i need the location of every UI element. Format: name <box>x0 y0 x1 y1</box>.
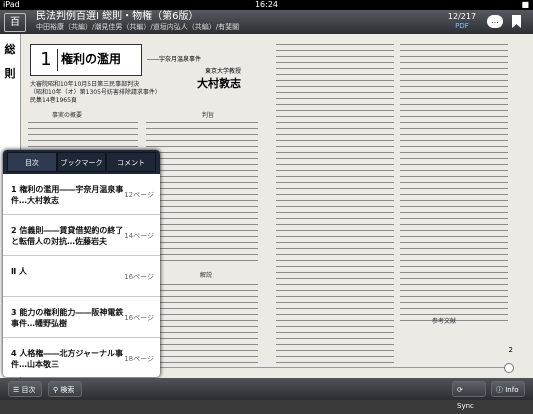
body-text <box>146 122 258 266</box>
battery-icon: ■ <box>521 0 529 9</box>
toc-item[interactable]: Ⅱ 人 16ページ <box>3 256 160 297</box>
case-number: 1 <box>35 49 58 71</box>
toc-button-label: 目次 <box>21 386 36 394</box>
sync-icon: ⟳ <box>457 386 463 394</box>
spine-char: 則 <box>4 67 16 80</box>
toc-item[interactable]: 2 信義則――賃貸借契約の終了と転借人の対抗…佐藤岩夫 14ページ <box>3 215 160 256</box>
toc-item-page: 12ページ <box>124 191 154 199</box>
pdf-label: PDF <box>455 22 469 30</box>
clock: 16:24 <box>254 0 279 9</box>
toc-item-page: 16ページ <box>124 314 154 322</box>
search-button[interactable]: ⚲ 検索 <box>48 381 82 397</box>
toc-item-title: 4 人格権――北方ジャーナル事件…山本敬三 <box>11 349 123 369</box>
author-block: 東京大学教授 大村敦志 <box>197 66 241 91</box>
list-icon: ☰ <box>13 386 22 394</box>
toc-item[interactable]: 4 人格権――北方ジャーナル事件…山本敬三 18ページ <box>3 338 160 377</box>
info-icon: ⓘ <box>496 386 506 394</box>
toc-item[interactable]: 3 能力の権利能力――阪神電鉄事件…幡野弘樹 16ページ <box>3 297 160 338</box>
comment-icon[interactable]: … <box>487 15 503 28</box>
toc-tabs: 目次 ブックマーク コメント <box>3 150 160 174</box>
page-counter: 12/217 <box>447 12 477 21</box>
info-button[interactable]: ⓘ Info <box>491 381 525 397</box>
toc-item-title: 1 権利の濫用――宇奈月温泉事件…大村敦志 <box>11 185 124 205</box>
toc-item-title: 3 能力の権利能力――阪神電鉄事件…幡野弘樹 <box>11 308 124 328</box>
bookmark-icon[interactable] <box>512 15 521 28</box>
section-heading: 判旨 <box>202 112 215 119</box>
tab-comments[interactable]: コメント <box>106 152 157 172</box>
right-column: 参考文献 2 <box>272 38 517 374</box>
toc-item-title: 2 信義則――賃貸借契約の終了と転借人の対抗…佐藤岩夫 <box>11 226 124 246</box>
tab-contents[interactable]: 目次 <box>7 152 57 172</box>
section-heading: 参考文献 <box>432 318 457 325</box>
body-text <box>400 44 508 326</box>
page-slider-thumb[interactable] <box>504 363 514 373</box>
title-bar: 百 民法判例百選Ⅰ 総則・物権（第6版） 中田裕康（共編）/潮見佳男（共編）/道… <box>0 10 533 34</box>
toc-popover: 目次 ブックマーク コメント 1 権利の濫用――宇奈月温泉事件…大村敦志 12ペ… <box>3 150 160 377</box>
case-info: 大審院昭和10年10月5日第三民事部判決 （昭和10年（オ）第1305号妨害排除… <box>30 81 161 104</box>
status-bar: iPad 16:24 ■ <box>0 0 533 10</box>
toc-item-page: 18ページ <box>124 355 154 363</box>
sync-button[interactable]: ⟳ Sync <box>452 381 486 410</box>
body-text <box>146 284 258 368</box>
tab-bookmarks[interactable]: ブックマーク <box>56 152 107 172</box>
info-button-label: Info <box>505 386 519 394</box>
toc-button[interactable]: ☰ 目次 <box>8 381 42 397</box>
app-logo[interactable]: 百 <box>4 13 26 32</box>
author-name: 大村敦志 <box>197 77 241 90</box>
case-title-box: 1 権利の濫用 <box>30 44 142 76</box>
sync-button-label: Sync <box>457 402 474 410</box>
case-subtitle: ――宇奈月温泉事件 <box>147 56 202 63</box>
book-title: 民法判例百選Ⅰ 総則・物権（第6版） <box>36 11 199 22</box>
toc-item-page: 16ページ <box>124 273 154 281</box>
toc-item-title: Ⅱ 人 <box>11 267 28 276</box>
author-label: 東京大学教授 <box>204 68 241 75</box>
search-button-label: 検索 <box>60 386 75 394</box>
spine-char: 総 <box>4 43 16 56</box>
book-authors: 中田裕康（共編）/潮見佳男（共編）/道垣内弘人（共編）/有斐閣 <box>36 23 240 31</box>
section-heading: 解説 <box>200 272 213 279</box>
body-text <box>276 44 394 368</box>
page-number: 2 <box>508 346 513 354</box>
section-heading: 事実の概要 <box>52 112 83 119</box>
toc-item-page: 14ページ <box>124 232 154 240</box>
bottom-toolbar: ☰ 目次 ⚲ 検索 ⟳ Sync ⓘ Info <box>0 378 533 410</box>
case-title: 権利の濫用 <box>61 52 122 66</box>
toc-item[interactable]: 1 権利の濫用――宇奈月温泉事件…大村敦志 12ページ <box>3 174 160 215</box>
